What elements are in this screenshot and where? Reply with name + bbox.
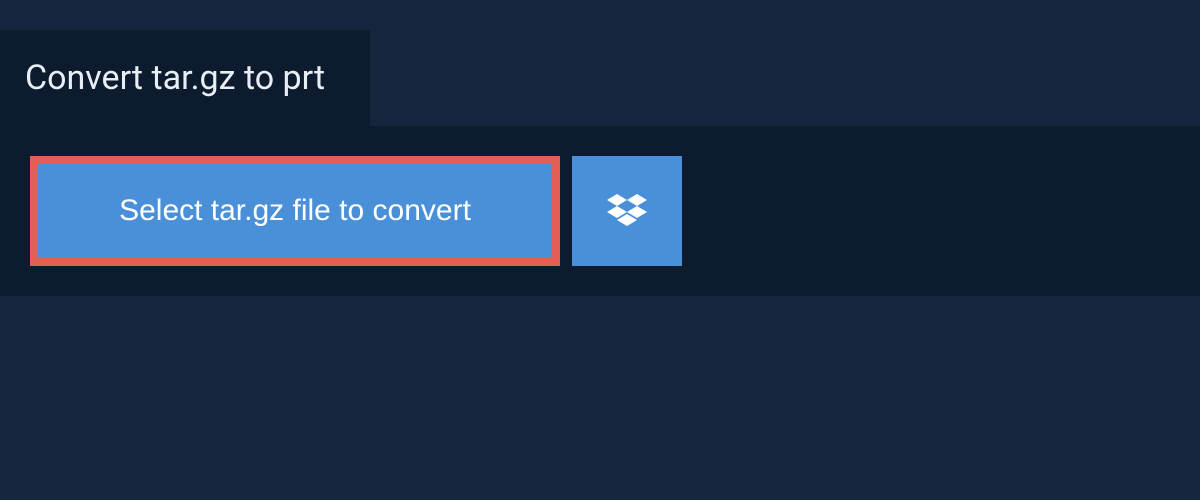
dropbox-icon: [607, 190, 647, 233]
page-title: Convert tar.gz to prt: [25, 58, 325, 98]
content-panel: Select tar.gz file to convert: [0, 126, 1200, 296]
select-file-button[interactable]: Select tar.gz file to convert: [30, 156, 560, 266]
select-file-label: Select tar.gz file to convert: [119, 194, 471, 228]
button-row: Select tar.gz file to convert: [30, 156, 1170, 266]
dropbox-button[interactable]: [572, 156, 682, 266]
header-tab: Convert tar.gz to prt: [0, 30, 370, 126]
